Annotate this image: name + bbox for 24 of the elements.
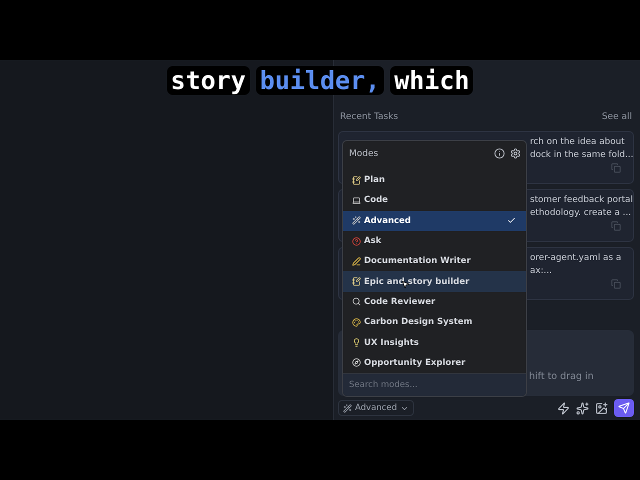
task-text: rch on the idea about [530,136,626,149]
input-hint: hift to drag in [529,371,594,382]
mode-item[interactable]: Carbon Design System [343,312,526,332]
task-text: dock in the same fold... [530,149,633,162]
mode-item[interactable]: Advanced [343,210,526,231]
menu-title: Modes [349,148,378,158]
mode-selector[interactable]: Advanced [338,400,414,416]
task-text: ax:... [530,265,553,278]
caption-word: builder, [256,66,384,95]
mode-item[interactable]: Documentation Writer [343,251,526,272]
mode-item[interactable]: Ask [343,230,526,252]
mode-item[interactable]: Code Reviewer [343,292,526,312]
mode-item[interactable]: Code [343,190,526,211]
task-text: orer-agent.yaml as a [530,252,622,265]
task-text: stomer feedback portal [530,194,633,207]
caption-word: which [390,66,474,95]
section-title: Recent Tasks [340,112,398,122]
caption-word: story [166,66,250,95]
mode-item[interactable]: Opportunity Explorer [343,352,526,373]
mode-item[interactable]: UX Insights [343,332,526,353]
search-field[interactable]: Search modes... [343,373,526,396]
task-text: ethodology. create a ... [530,207,632,220]
mode-item[interactable]: Plan [343,170,526,190]
see-all-link[interactable]: See all [602,112,632,122]
